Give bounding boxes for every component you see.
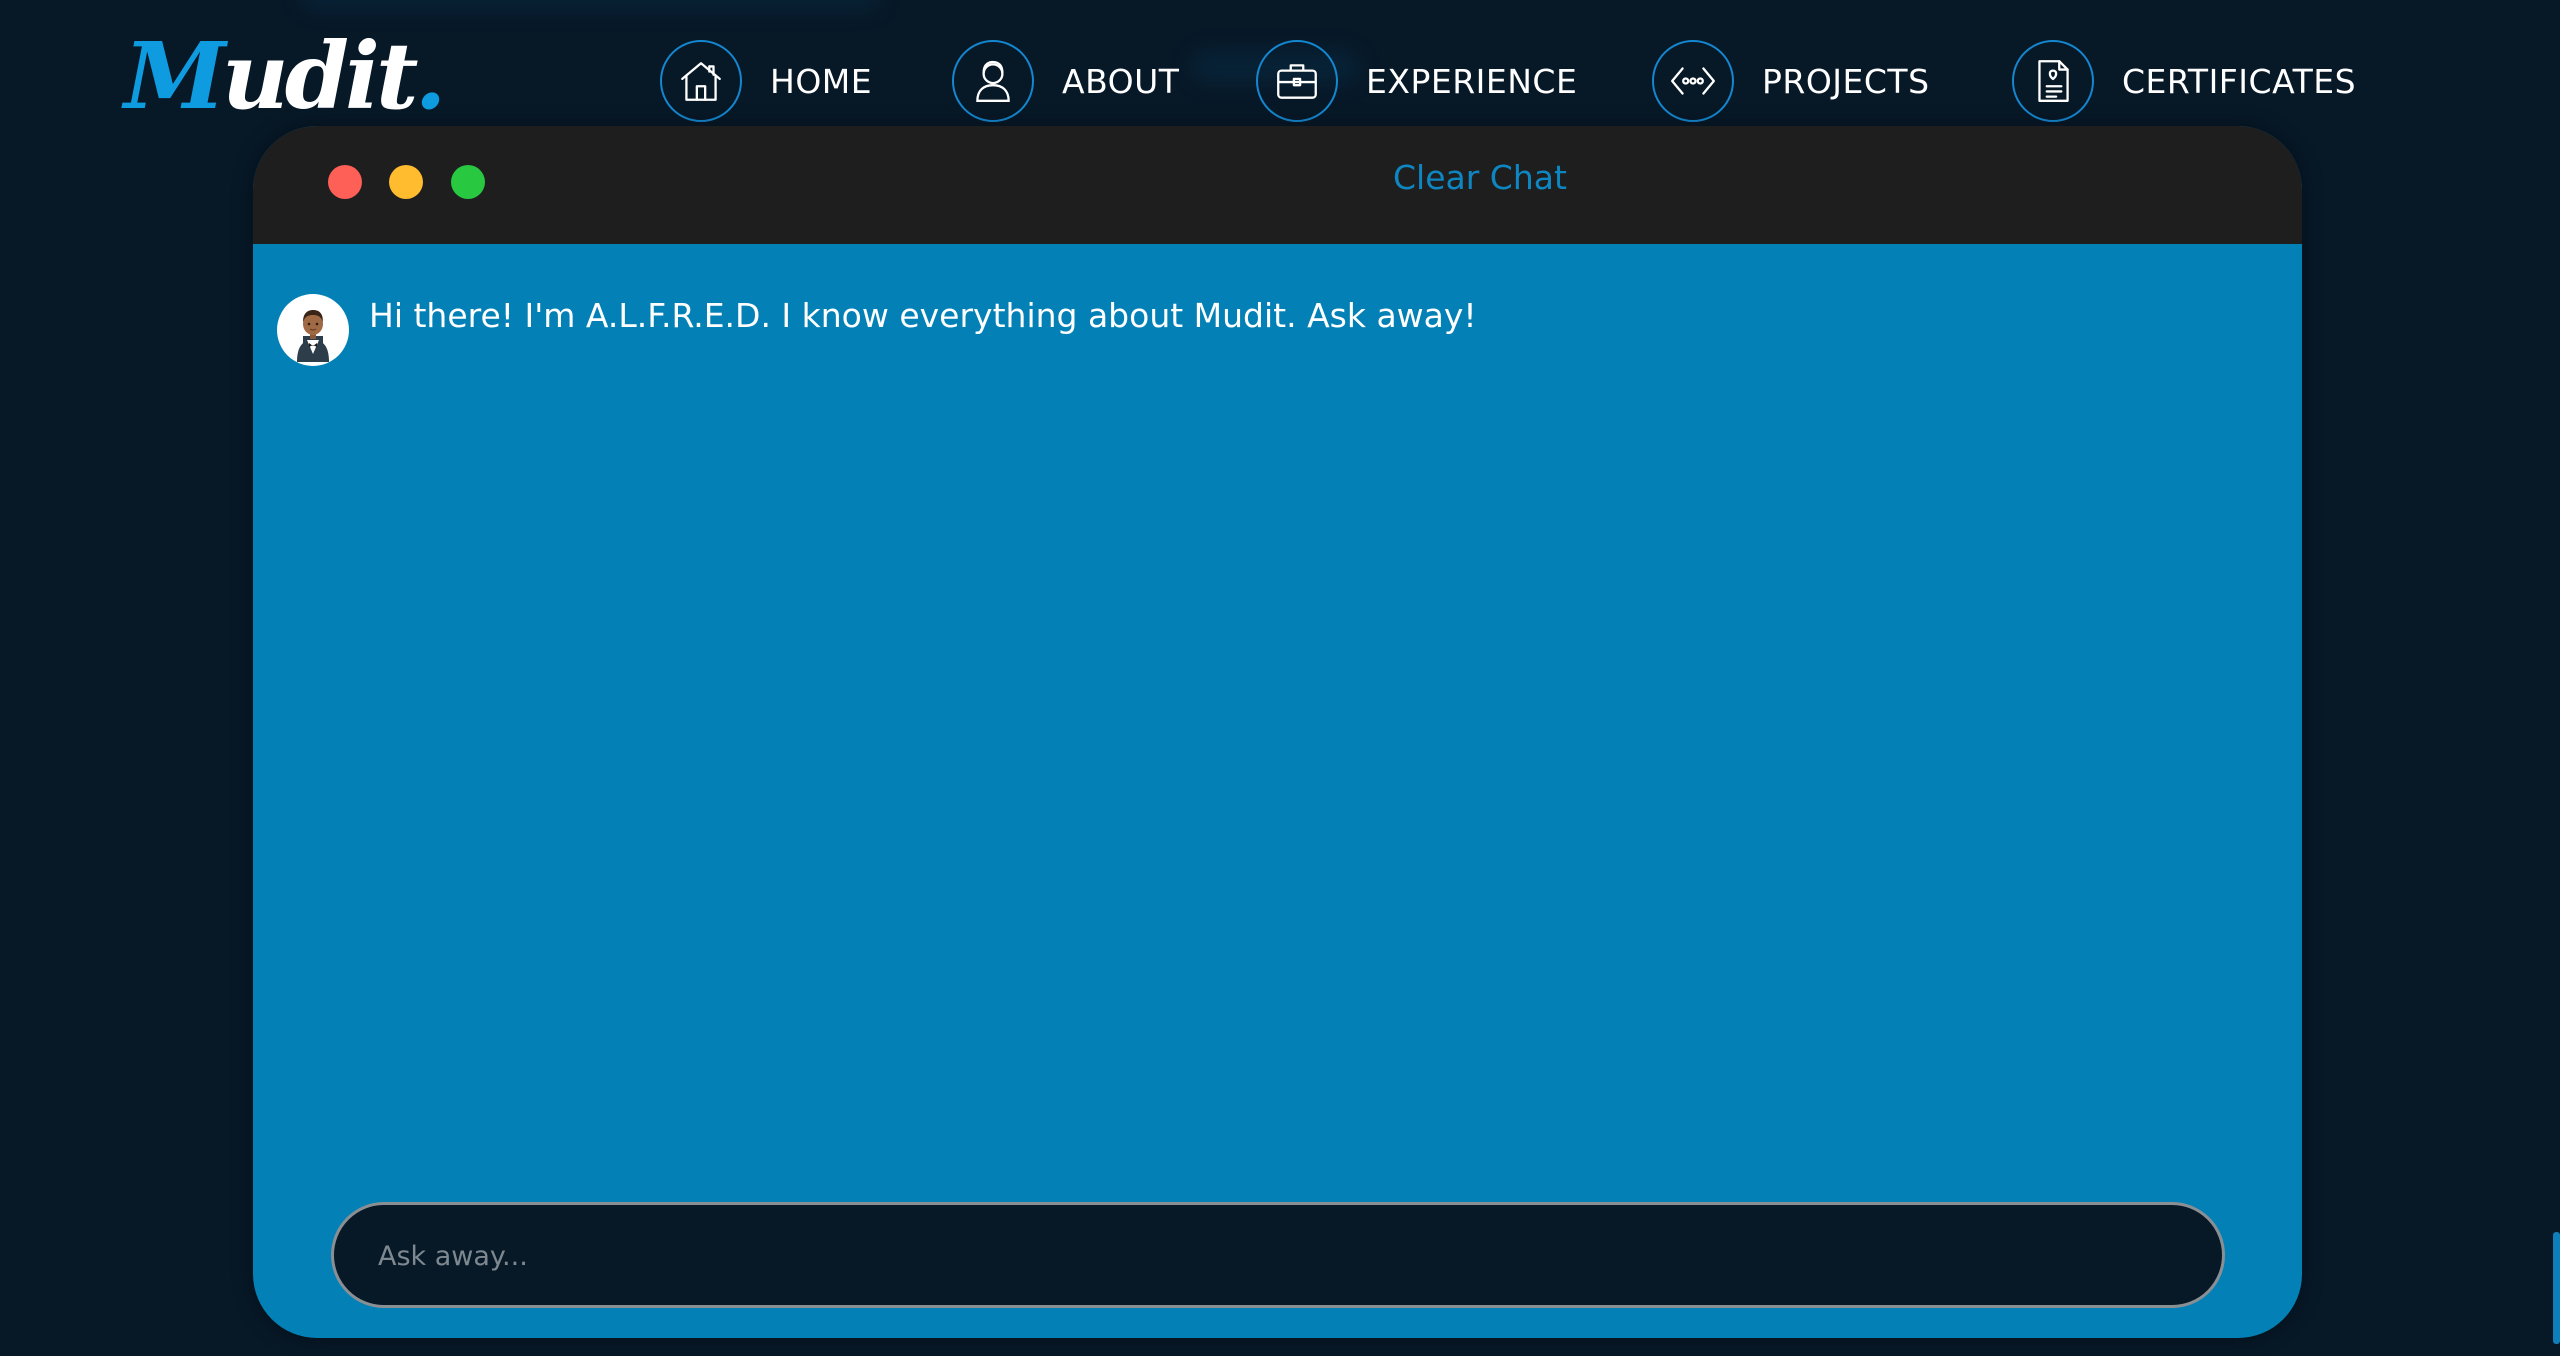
chat-message: Hi there! I'm A.L.F.R.E.D. I know everyt… — [277, 294, 1477, 366]
nav-item-home[interactable]: HOME — [660, 38, 872, 124]
nav-item-projects[interactable]: PROJECTS — [1652, 38, 1930, 124]
maximize-window-button[interactable] — [451, 165, 485, 199]
logo-text: udit — [221, 22, 419, 130]
page-scrollbar-thumb[interactable] — [2553, 1232, 2560, 1344]
nav-label-about: ABOUT — [1062, 61, 1180, 101]
chat-window: Clear Chat Hi there! I'm A.L.F.R.E.D. I … — [253, 126, 2302, 1338]
nav-item-certificates[interactable]: CERTIFICATES — [2012, 38, 2356, 124]
nav-label-certificates: CERTIFICATES — [2122, 61, 2357, 101]
nav-item-about[interactable]: ABOUT — [952, 38, 1179, 124]
briefcase-icon — [1256, 40, 1338, 122]
nav-label-experience: EXPERIENCE — [1366, 61, 1578, 101]
page: Mudit. HOME ABOUT EXPERIENCE PROJECTS CE… — [0, 0, 2560, 1356]
code-icon — [1652, 40, 1734, 122]
logo-dot: . — [414, 22, 447, 130]
user-icon — [952, 40, 1034, 122]
clear-chat-button[interactable]: Clear Chat — [1393, 158, 1567, 197]
site-logo[interactable]: Mudit. — [124, 26, 447, 126]
nav-item-experience[interactable]: EXPERIENCE — [1256, 38, 1577, 124]
minimize-window-button[interactable] — [389, 165, 423, 199]
background-glow — [300, 0, 880, 10]
close-window-button[interactable] — [328, 165, 362, 199]
chat-titlebar: Clear Chat — [253, 126, 2302, 244]
logo-initial: M — [124, 22, 226, 130]
chat-input-container — [331, 1202, 2225, 1308]
nav-label-home: HOME — [770, 61, 873, 101]
home-icon — [660, 40, 742, 122]
chat-input[interactable] — [376, 1205, 2180, 1307]
chat-message-text: Hi there! I'm A.L.F.R.E.D. I know everyt… — [369, 295, 1477, 335]
nav-label-projects: PROJECTS — [1762, 61, 1930, 101]
butler-avatar-icon — [277, 294, 349, 366]
certificate-icon — [2012, 40, 2094, 122]
